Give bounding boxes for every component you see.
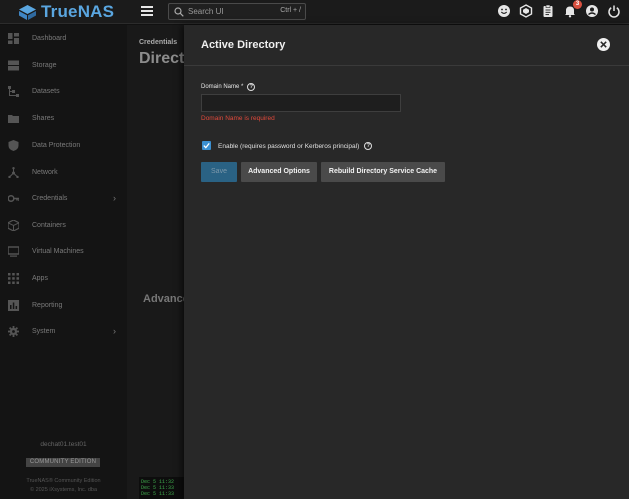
- domain-name-error: Domain Name is required: [201, 115, 275, 122]
- sidebar-item-label: System: [32, 327, 56, 335]
- edition-badge: COMMUNITY EDITION: [26, 458, 100, 467]
- sidebar-item-data-protection[interactable]: Data Protection: [0, 135, 127, 155]
- search-icon: [174, 7, 184, 17]
- chevron-right-icon: ›: [113, 326, 116, 336]
- sidebar-item-label: Dashboard: [32, 34, 67, 42]
- breadcrumb[interactable]: Credentials: [139, 39, 177, 46]
- sidebar-item-containers[interactable]: Containers: [0, 215, 127, 235]
- section-title: Advance: [143, 293, 189, 305]
- gear-icon: [8, 325, 19, 337]
- advanced-options-button[interactable]: Advanced Options: [241, 162, 317, 182]
- sidebar-item-label: Credentials: [32, 194, 68, 202]
- sidebar-item-datasets[interactable]: Datasets: [0, 81, 127, 101]
- panel-title: Active Directory: [201, 39, 286, 51]
- shield-icon: [8, 139, 19, 151]
- enable-checkbox[interactable]: [202, 141, 211, 150]
- enable-label: Enable (requires password or Kerberos pr…: [218, 142, 373, 150]
- domain-name-label: Domain Name * ?: [201, 83, 256, 91]
- sidebar-item-label: Apps: [32, 274, 48, 282]
- brand-name: TrueNAS: [41, 2, 115, 21]
- sidebar: Dashboard Storage Datasets Shares Data P…: [0, 25, 127, 499]
- sidebar-item-label: Containers: [32, 221, 66, 229]
- enable-label-text: Enable (requires password or Kerberos pr…: [218, 142, 360, 150]
- jobs-clipboard-icon[interactable]: [541, 4, 555, 18]
- power-icon[interactable]: [607, 4, 621, 18]
- sidebar-item-label: Data Protection: [32, 141, 81, 149]
- network-icon: [8, 166, 19, 178]
- dashboard-icon: [8, 32, 19, 44]
- monitor-icon: [8, 245, 19, 257]
- sidebar-item-shares[interactable]: Shares: [0, 108, 127, 128]
- sidebar-item-storage[interactable]: Storage: [0, 55, 127, 75]
- domain-name-input[interactable]: [201, 94, 401, 112]
- search-input[interactable]: [188, 5, 268, 18]
- close-icon[interactable]: [597, 38, 610, 51]
- search-box[interactable]: Ctrl + /: [168, 3, 306, 20]
- truenas-logo-icon: [19, 4, 36, 20]
- apps-grid-icon: [8, 272, 19, 284]
- feedback-icon[interactable]: [497, 4, 511, 18]
- sidebar-item-label: Virtual Machines: [32, 247, 84, 255]
- hostname: dechat01.test01: [40, 441, 87, 448]
- help-icon[interactable]: ?: [364, 142, 373, 150]
- page-title: Direct: [139, 50, 185, 67]
- sidebar-item-credentials[interactable]: Credentials ›: [0, 188, 127, 208]
- datasets-icon: [8, 85, 19, 97]
- key-icon: [8, 194, 19, 202]
- domain-name-label-text: Domain Name *: [201, 84, 244, 90]
- panel-header: Active Directory: [184, 25, 629, 66]
- sidebar-item-dashboard[interactable]: Dashboard: [0, 28, 127, 48]
- truenas-logo[interactable]: TrueNAS: [19, 2, 115, 21]
- sidebar-item-label: Storage: [32, 61, 57, 69]
- sidebar-item-label: Reporting: [32, 301, 63, 309]
- console-preview: Dec 5 11:32 Dec 5 11:33 Dec 5 11:33: [139, 477, 184, 499]
- cube-icon: [8, 219, 19, 231]
- rebuild-cache-button[interactable]: Rebuild Directory Service Cache: [321, 162, 445, 182]
- notifications-bell-icon[interactable]: 3: [563, 0, 582, 18]
- sidebar-item-label: Shares: [32, 114, 55, 122]
- sidebar-item-apps[interactable]: Apps: [0, 268, 127, 288]
- shares-icon: [8, 114, 19, 123]
- chevron-right-icon: ›: [113, 193, 116, 203]
- console-line: Dec 5 11:33: [141, 491, 175, 497]
- sidebar-item-network[interactable]: Network: [0, 162, 127, 182]
- help-icon[interactable]: ?: [247, 83, 256, 91]
- footer-edition: TrueNAS® Community Edition: [26, 478, 101, 484]
- footer-copyright: © 2025 iXsystems, Inc. dba: [29, 487, 98, 493]
- sidebar-item-label: Datasets: [32, 87, 60, 95]
- notification-badge: 3: [573, 0, 582, 9]
- active-directory-panel: Active Directory Domain Name * ? Domain …: [184, 25, 629, 499]
- menu-toggle-icon[interactable]: [141, 6, 153, 17]
- account-icon[interactable]: [585, 4, 599, 18]
- search-shortcut: Ctrl + /: [280, 7, 301, 14]
- top-bar: TrueNAS Ctrl + / 3: [0, 0, 629, 24]
- storage-icon: [8, 60, 19, 70]
- reporting-icon: [8, 299, 19, 311]
- sidebar-item-virtual-machines[interactable]: Virtual Machines: [0, 241, 127, 261]
- sidebar-item-label: Network: [32, 168, 58, 176]
- sidebar-item-system[interactable]: System ›: [0, 321, 127, 341]
- sidebar-item-reporting[interactable]: Reporting: [0, 295, 127, 315]
- save-button[interactable]: Save: [201, 162, 237, 182]
- truecommand-icon[interactable]: [519, 4, 533, 18]
